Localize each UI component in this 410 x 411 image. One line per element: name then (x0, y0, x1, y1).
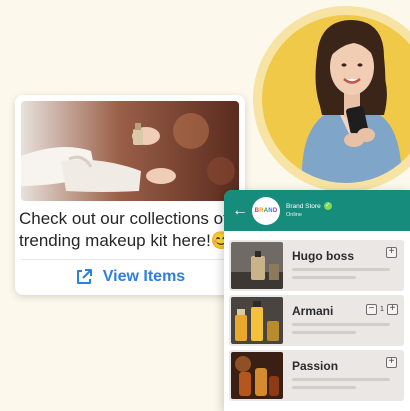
view-items-button[interactable]: View Items (15, 263, 245, 291)
hugo-boss-thumbnail (231, 242, 283, 289)
back-arrow-icon[interactable]: ← (232, 202, 248, 220)
store-status: Online (286, 211, 302, 218)
verified-icon: ✓ (323, 202, 332, 210)
product-name: Armani (292, 304, 334, 318)
product-item-hugo-boss[interactable]: Hugo boss + (229, 240, 404, 291)
perfume-spray-photo (21, 101, 239, 201)
placeholder-line (292, 268, 390, 271)
add-to-cart-button[interactable]: + (386, 357, 397, 368)
quantity-stepper: − 1 + (366, 304, 398, 315)
brand-logo: BRAND (252, 196, 280, 225)
decrease-quantity-button[interactable]: − (366, 304, 377, 315)
store-name: Brand Store (286, 202, 321, 210)
store-chat-panel: ← BRAND Brand Store ✓ Online Hugo boss +… (224, 190, 410, 411)
add-to-cart-button[interactable]: + (386, 247, 397, 258)
placeholder-line (292, 323, 390, 326)
placeholder-line (292, 276, 356, 279)
placeholder-line (292, 386, 356, 389)
placeholder-line (292, 331, 356, 334)
hero-portrait (262, 15, 410, 183)
product-name: Passion (292, 359, 339, 373)
product-name: Hugo boss (292, 249, 354, 263)
woman-with-phone-illustration (301, 20, 402, 183)
increase-quantity-button[interactable]: + (387, 304, 398, 315)
product-item-armani[interactable]: Armani − 1 + (229, 295, 404, 346)
quantity-value: 1 (380, 306, 384, 313)
passion-thumbnail (231, 352, 283, 399)
card-divider (21, 259, 239, 260)
product-item-passion[interactable]: Passion + (229, 350, 404, 401)
external-link-icon (76, 269, 92, 284)
store-header: ← BRAND Brand Store ✓ Online (224, 190, 410, 231)
placeholder-line (292, 378, 390, 381)
promo-message-card: Check out our collections of trending ma… (15, 95, 245, 295)
armani-thumbnail (231, 297, 283, 344)
promo-message-text: Check out our collections of trending ma… (19, 209, 232, 250)
view-items-label: View Items (102, 268, 186, 285)
